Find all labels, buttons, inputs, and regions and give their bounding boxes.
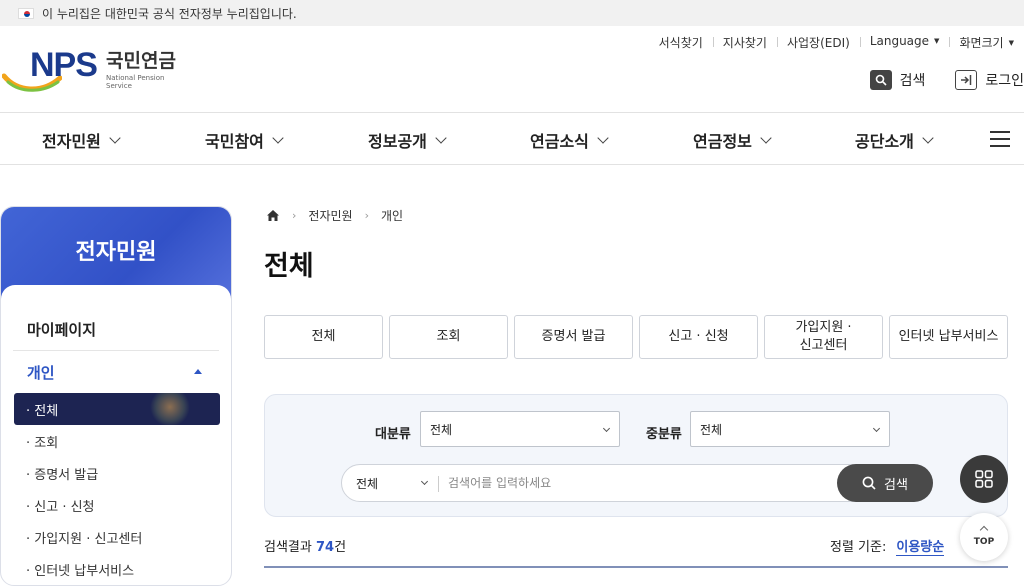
- major-category-select[interactable]: 전체: [420, 411, 620, 447]
- gnb-item-news[interactable]: 연금소식: [530, 128, 609, 152]
- chevron-down-icon: [272, 131, 284, 144]
- sidebar-item-inquiry[interactable]: · 조회: [14, 425, 220, 457]
- quick-menu-button[interactable]: [960, 455, 1008, 503]
- util-branch-link[interactable]: 지사찾기: [712, 34, 777, 51]
- tab-internet-payment[interactable]: 인터넷 납부서비스: [889, 315, 1008, 359]
- breadcrumb-separator-icon: ›: [292, 209, 297, 222]
- chevron-down-icon: [597, 131, 609, 144]
- results-divider: [264, 566, 1008, 568]
- gnb-item-disclosure[interactable]: 정보공개: [368, 128, 447, 152]
- caret-up-icon: [194, 369, 202, 374]
- search-input[interactable]: [448, 471, 818, 495]
- tab-certificate[interactable]: 증명서 발급: [514, 315, 633, 359]
- tab-all[interactable]: 전체: [264, 315, 383, 359]
- nps-logo[interactable]: NPS 국민연금 National Pension Service: [2, 42, 192, 97]
- breadcrumb: › 전자민원 › 개인: [266, 207, 403, 224]
- site-header: NPS 국민연금 National Pension Service 서식찾기 지…: [0, 26, 1024, 113]
- sort-option-usage[interactable]: 이용량순: [896, 536, 945, 556]
- util-language-dropdown[interactable]: Language ▼: [859, 34, 950, 51]
- home-icon[interactable]: [266, 209, 280, 222]
- header-login-label: 로그인: [985, 73, 1024, 89]
- scroll-top-label: TOP: [973, 537, 995, 547]
- major-category-label: 대분류: [375, 427, 411, 442]
- tab-report[interactable]: 신고 · 신청: [639, 315, 758, 359]
- search-icon: [862, 476, 876, 490]
- chevron-down-icon: [760, 131, 772, 144]
- util-screen-size-dropdown[interactable]: 화면크기 ▼: [949, 34, 1024, 51]
- chevron-down-icon: [420, 477, 429, 486]
- sidebar-item-all[interactable]: · 전체: [14, 393, 220, 425]
- sidebar: 전자민원 마이페이지 개인 · 전체 · 조회 · 증명서 발급 · 신고 · …: [0, 206, 232, 586]
- search-bar: 전체 검색: [341, 464, 933, 502]
- sort-control: 정렬 기준: 이용량순: [830, 536, 945, 556]
- sidebar-item-mypage[interactable]: 마이페이지: [27, 319, 96, 340]
- breadcrumb-level2[interactable]: 개인: [381, 207, 403, 224]
- sidebar-section-personal[interactable]: 개인: [27, 362, 55, 383]
- logo-brand: NPS: [30, 46, 98, 84]
- sidebar-item-join-support[interactable]: · 가입지원 · 신고센터: [14, 521, 220, 553]
- page-title: 전체: [264, 251, 314, 282]
- search-scope-select[interactable]: 전체: [356, 475, 378, 492]
- minor-category-label: 중분류: [646, 427, 682, 442]
- search-icon: [869, 70, 892, 90]
- search-divider: [438, 476, 439, 492]
- category-tabs: 전체 조회 증명서 발급 신고 · 신청 가입지원 · 신고센터 인터넷 납부서…: [264, 315, 1008, 359]
- gnb-item-civil-service[interactable]: 전자민원: [42, 128, 121, 152]
- login-icon: [955, 70, 978, 90]
- breadcrumb-level1[interactable]: 전자민원: [308, 207, 352, 224]
- grid-icon: [975, 470, 993, 488]
- header-buttons: 검색 로그인: [869, 70, 1024, 90]
- chevron-down-icon: [109, 131, 121, 144]
- sidebar-submenu: · 전체 · 조회 · 증명서 발급 · 신고 · 신청 · 가입지원 · 신고…: [14, 393, 220, 585]
- logo-name-en: National Pension Service: [106, 74, 165, 90]
- chevron-down-icon: [872, 424, 881, 433]
- gnb-item-pension-info[interactable]: 연금정보: [693, 128, 772, 152]
- search-panel: 대분류 전체 중분류 전체 전체 검색: [264, 394, 1008, 517]
- korea-flag-icon: [18, 7, 34, 19]
- tab-join-support[interactable]: 가입지원 · 신고센터: [764, 315, 883, 359]
- hamburger-menu-icon[interactable]: [990, 131, 1010, 147]
- gnb-item-about[interactable]: 공단소개: [855, 128, 934, 152]
- util-forms-link[interactable]: 서식찾기: [649, 34, 713, 51]
- sort-label: 정렬 기준:: [830, 540, 887, 555]
- caret-down-icon: ▼: [1008, 39, 1014, 47]
- sidebar-divider: [13, 350, 219, 351]
- sidebar-title: 전자민원: [1, 207, 231, 303]
- gov-banner: 이 누리집은 대한민국 공식 전자정부 누리집입니다.: [0, 0, 1024, 26]
- header-search-button[interactable]: 검색: [869, 70, 926, 90]
- logo-name-ko: 국민연금: [106, 50, 176, 72]
- sidebar-item-internet-payment[interactable]: · 인터넷 납부서비스: [14, 553, 220, 585]
- header-search-label: 검색: [899, 73, 926, 89]
- search-button-label: 검색: [884, 477, 908, 493]
- caret-down-icon: ▼: [934, 37, 940, 45]
- result-count-number: 74: [315, 540, 335, 555]
- utility-links: 서식찾기 지사찾기 사업장(EDI) Language ▼ 화면크기 ▼: [649, 34, 1024, 51]
- util-edi-link[interactable]: 사업장(EDI): [776, 34, 860, 51]
- tab-inquiry[interactable]: 조회: [389, 315, 508, 359]
- arrow-up-icon: [979, 525, 989, 535]
- header-login-button[interactable]: 로그인: [955, 70, 1024, 90]
- result-count: 검색결과 74건: [264, 540, 347, 555]
- search-button[interactable]: 검색: [837, 464, 933, 502]
- sidebar-item-certificate[interactable]: · 증명서 발급: [14, 457, 220, 489]
- breadcrumb-separator-icon: ›: [364, 209, 369, 222]
- main-navigation: 전자민원 국민참여 정보공개 연금소식 연금정보 공단소개: [0, 113, 1024, 165]
- minor-category-select[interactable]: 전체: [690, 411, 890, 447]
- sidebar-item-report[interactable]: · 신고 · 신청: [14, 489, 220, 521]
- scroll-top-button[interactable]: TOP: [960, 513, 1008, 561]
- gnb-item-participation[interactable]: 국민참여: [205, 128, 284, 152]
- chevron-down-icon: [922, 131, 934, 144]
- chevron-down-icon: [602, 424, 611, 433]
- chevron-down-icon: [435, 131, 447, 144]
- gov-banner-text: 이 누리집은 대한민국 공식 전자정부 누리집입니다.: [42, 6, 297, 21]
